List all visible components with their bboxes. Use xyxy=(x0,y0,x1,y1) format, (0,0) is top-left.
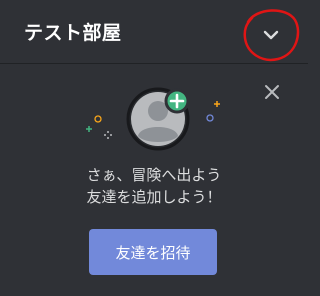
welcome-message: さぁ、冒険へ出よう 友達を追加しよう！ xyxy=(0,164,308,208)
sparkle-circle-icon xyxy=(206,114,214,122)
chevron-down-icon[interactable] xyxy=(256,20,286,50)
sparkle-dots-icon xyxy=(104,131,112,139)
close-icon[interactable] xyxy=(262,82,282,102)
welcome-message-line2: 友達を追加しよう！ xyxy=(86,188,222,206)
welcome-message-line1: さぁ、冒険へ出よう xyxy=(86,166,222,184)
sparkle-plus-icon xyxy=(86,126,92,132)
sparkle-circle-icon xyxy=(94,115,102,123)
add-friend-avatar-icon xyxy=(86,87,220,151)
sparkle-plus-icon xyxy=(214,101,220,107)
server-title[interactable]: テスト部屋 xyxy=(24,18,122,45)
server-header[interactable]: テスト部屋 xyxy=(0,0,308,64)
invite-friends-button[interactable]: 友達を招待 xyxy=(89,229,217,275)
